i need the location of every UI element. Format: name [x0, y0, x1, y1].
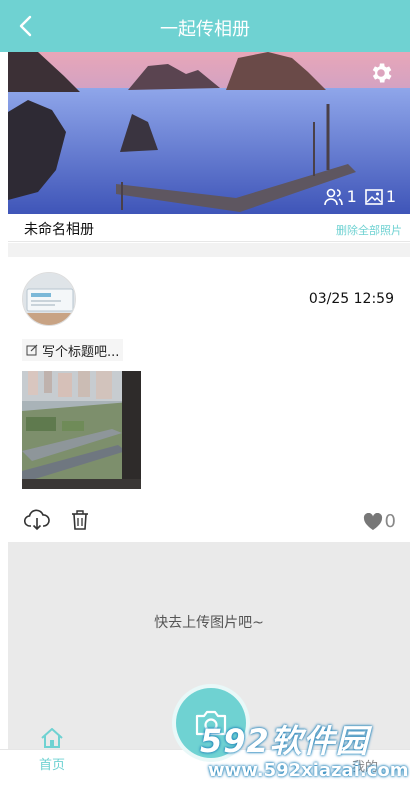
post-photo[interactable] [22, 371, 141, 489]
page-title: 一起传相册 [160, 19, 250, 40]
section-divider [8, 243, 410, 257]
album-name[interactable]: 未命名相册 [24, 219, 94, 239]
trash-icon [72, 510, 88, 530]
post-time: 03/25 12:59 [308, 291, 394, 307]
member-count: 1 [346, 187, 357, 206]
settings-button[interactable] [368, 60, 394, 86]
tab-home[interactable]: 首页 [30, 727, 74, 773]
title-input[interactable]: 写个标题吧... [22, 339, 124, 361]
album-info-row: 未命名相册 删除全部照片 [8, 214, 410, 242]
gear-icon [372, 63, 392, 83]
download-button[interactable] [23, 509, 50, 531]
members-icon [323, 188, 343, 205]
photo-count: 1 [385, 187, 396, 206]
edit-icon [26, 344, 38, 356]
watermark-url: www.592xiazai.com [208, 760, 409, 781]
delete-photo-button[interactable] [70, 509, 90, 531]
cloud-download-icon [23, 509, 50, 531]
watermark-brand: 592软件园 [200, 722, 369, 760]
avatar-image [23, 273, 75, 325]
photo-thumbnail [22, 371, 141, 489]
watermark: 592软件园 www.592xiazai.com [196, 716, 410, 788]
photos-icon [365, 188, 383, 205]
delete-all-photos-button[interactable]: 删除全部照片 [336, 222, 402, 238]
avatar[interactable] [22, 272, 76, 326]
like-count: 0 [384, 511, 396, 532]
album-stats: 1 1 [323, 187, 396, 206]
heart-icon [363, 512, 382, 530]
upload-hint: 快去上传图片吧~ [154, 615, 264, 631]
like-button[interactable]: 0 [363, 511, 396, 532]
title-placeholder: 写个标题吧... [42, 344, 120, 360]
home-icon [41, 727, 63, 748]
tab-home-label: 首页 [38, 758, 65, 773]
photo-post: 03/25 12:59 写个标题吧... 0 [8, 257, 410, 541]
album-cover[interactable]: 1 1 [8, 52, 410, 214]
top-bar: 一起传相册 [0, 0, 410, 52]
